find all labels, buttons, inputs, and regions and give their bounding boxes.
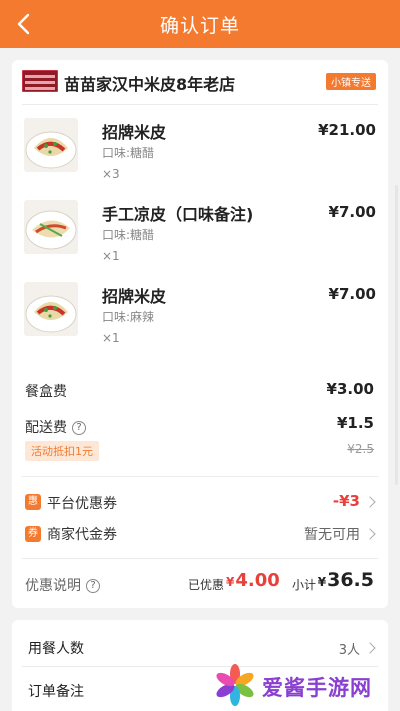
delivery-original-price: ¥2.5 — [347, 442, 374, 456]
item-spec: 口味:麻辣 — [102, 310, 155, 324]
shop-name: 苗苗家汉中米皮8年老店 — [64, 75, 236, 94]
item-spec: 口味:糖醋 — [102, 228, 155, 242]
divider — [22, 558, 378, 559]
watermark-text: 爱酱手游网 — [262, 676, 372, 700]
box-fee-value: ¥3.00 — [326, 380, 374, 398]
chevron-right-icon[interactable] — [364, 528, 376, 540]
chevron-right-icon[interactable] — [364, 642, 376, 654]
page-title: 确认订单 — [159, 15, 240, 37]
item-qty: ×3 — [102, 167, 120, 181]
delivery-promo-tag: 活动抵扣1元 — [25, 441, 99, 461]
delivery-badge: 小镇专送 — [326, 73, 376, 90]
chevron-right-icon[interactable] — [364, 496, 376, 508]
item-name: 手工凉皮（口味备注) — [102, 205, 254, 224]
discount-explain[interactable]: 优惠说明? — [25, 575, 100, 595]
scrollbar[interactable] — [395, 185, 398, 485]
food-image — [24, 118, 78, 172]
order-item: 手工凉皮（口味备注) 口味:糖醋 ×1 ¥7.00 — [24, 200, 376, 272]
help-icon[interactable]: ? — [72, 421, 86, 435]
top-bar: 确认订单 — [0, 0, 400, 48]
food-image — [24, 200, 78, 254]
order-card: 苗苗家汉中米皮8年老店 小镇专送 招牌米皮 口味:糖醋 ×3 ¥21.00 手工… — [12, 60, 388, 608]
shop-logo — [22, 70, 58, 92]
discount-explain-label: 优惠说明 — [25, 578, 81, 594]
order-item: 招牌米皮 口味:糖醋 ×3 ¥21.00 — [24, 118, 376, 190]
subtotal-value: 36.5 — [327, 569, 374, 591]
saved-amount: ¥4.00 — [226, 570, 280, 591]
subtotal-amount: ¥36.5 — [318, 569, 374, 591]
order-note-label[interactable]: 订单备注 — [28, 681, 84, 701]
box-fee-label: 餐盒费 — [25, 384, 67, 400]
help-icon[interactable]: ? — [86, 579, 100, 593]
food-image — [24, 282, 78, 336]
subtotal-currency: ¥ — [317, 575, 327, 589]
subtotal-label: 小计 — [292, 578, 317, 592]
item-price: ¥21.00 — [318, 121, 376, 139]
platform-coupon-value[interactable]: -¥3 — [333, 492, 360, 510]
item-spec: 口味:糖醋 — [102, 146, 155, 160]
divider — [22, 104, 378, 105]
saved-label: 已优惠 — [188, 578, 225, 592]
diners-label[interactable]: 用餐人数 — [28, 638, 84, 658]
item-price: ¥7.00 — [328, 285, 376, 303]
watermark: 爱酱手游网 — [212, 660, 392, 710]
item-name: 招牌米皮 — [102, 123, 167, 142]
order-item: 招牌米皮 口味:麻辣 ×1 ¥7.00 — [24, 282, 376, 354]
item-price: ¥7.00 — [328, 203, 376, 221]
divider — [22, 476, 378, 477]
item-qty: ×1 — [102, 331, 120, 345]
item-name: 招牌米皮 — [102, 287, 167, 306]
item-qty: ×1 — [102, 249, 120, 263]
watermark-logo-icon — [216, 664, 254, 706]
voucher-icon: 券 — [25, 526, 41, 542]
delivery-fee-value: ¥1.5 — [336, 414, 374, 432]
delivery-fee-label: 配送费? — [25, 417, 86, 437]
saved-value: 4.00 — [235, 570, 280, 591]
discount-icon: 惠 — [25, 494, 41, 510]
merchant-voucher-value[interactable]: 暂无可用 — [304, 524, 360, 544]
delivery-fee-text: 配送费 — [25, 420, 67, 436]
diners-value[interactable]: 3人 — [339, 639, 360, 658]
saved-currency: ¥ — [226, 575, 235, 589]
merchant-voucher-label[interactable]: 商家代金券 — [47, 524, 117, 544]
platform-coupon-label[interactable]: 平台优惠券 — [47, 493, 117, 513]
